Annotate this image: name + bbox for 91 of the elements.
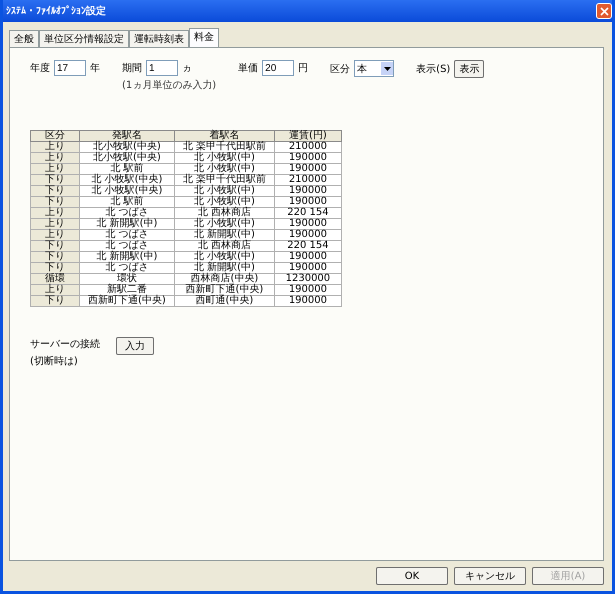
- tab[interactable]: 料金: [189, 28, 219, 47]
- close-icon: [600, 6, 608, 16]
- column-header: 区分: [30, 130, 80, 142]
- table-cell: 北小牧駅(中央): [80, 142, 174, 152]
- show-button[interactable]: 表示: [454, 60, 484, 78]
- table-cell: 190000: [274, 262, 342, 274]
- table-cell: 下り: [30, 196, 80, 208]
- tab[interactable]: 単位区分情報設定: [39, 30, 129, 47]
- tab[interactable]: 運転時刻表: [129, 30, 189, 47]
- field-label: 年度: [30, 62, 50, 75]
- column-header: 運賃(円): [274, 130, 342, 142]
- table-cell: 190000: [274, 152, 342, 164]
- table-cell: 循環: [30, 274, 80, 284]
- table-cell: 北 つばさ: [80, 208, 174, 218]
- table-cell: 西町通(中央): [174, 296, 274, 306]
- table-cell: 北 つばさ: [80, 230, 174, 240]
- table-cell: 西新町下通(中央): [174, 284, 274, 296]
- table-cell: 北 楽甲千代田駅前: [174, 174, 274, 186]
- field-label: 表示(S): [416, 62, 450, 76]
- server-label: サーバーの接続: [30, 338, 100, 351]
- table-cell: 190000: [274, 218, 342, 230]
- server-sublabel: (切断時は): [30, 354, 79, 368]
- table-cell: 北 小牧駅(中): [174, 252, 274, 262]
- table-cell: 北 新開駅(中): [174, 262, 274, 274]
- column-header: 着駅名: [174, 130, 274, 142]
- table-cell: 下り: [30, 174, 80, 186]
- table-cell: 環状: [80, 274, 174, 284]
- table-cell: 北 つばさ: [80, 240, 174, 252]
- table-cell: 190000: [274, 186, 342, 196]
- input-field[interactable]: 17: [54, 60, 86, 76]
- table-cell: 西新町下通(中央): [80, 296, 174, 306]
- table-cell: 190000: [274, 196, 342, 208]
- table-cell: 190000: [274, 252, 342, 262]
- table-cell: 上り: [30, 142, 80, 152]
- table-cell: 下り: [30, 262, 80, 274]
- table-cell: 190000: [274, 230, 342, 240]
- unit-label: 年: [90, 62, 100, 75]
- table-cell: 下り: [30, 252, 80, 262]
- table-cell: 下り: [30, 240, 80, 252]
- table-cell: 北 駅前: [80, 164, 174, 174]
- table-cell: 北 小牧駅(中): [174, 196, 274, 208]
- table-cell: 190000: [274, 284, 342, 296]
- table-cell: 北 新開駅(中): [80, 218, 174, 230]
- table-cell: 上り: [30, 208, 80, 218]
- caret-icon: [384, 66, 391, 70]
- field-label: 区分: [330, 62, 350, 76]
- dialog-button[interactable]: キャンセル: [454, 567, 526, 585]
- table-cell: 210000: [274, 142, 342, 152]
- table-cell: 下り: [30, 186, 80, 196]
- table-cell: 北 小牧駅(中): [174, 164, 274, 174]
- dialog-button[interactable]: OK: [376, 567, 448, 585]
- table-cell: 220 154: [274, 208, 342, 218]
- table-cell: 190000: [274, 164, 342, 174]
- tab[interactable]: 全般: [9, 30, 39, 47]
- unit-label: ヵ: [182, 62, 192, 75]
- table-cell: 下り: [30, 296, 80, 306]
- input-field[interactable]: 20: [262, 60, 294, 76]
- table-cell: 上り: [30, 152, 80, 164]
- table-cell: 北 小牧駅(中央): [80, 174, 174, 186]
- table-cell: 北 新開駅(中): [80, 252, 174, 262]
- table-cell: 210000: [274, 174, 342, 186]
- table-cell: 北 西林商店: [174, 240, 274, 252]
- close-button[interactable]: [596, 3, 612, 19]
- table-cell: 北 駅前: [80, 196, 174, 208]
- field-label: 期間: [122, 62, 142, 75]
- table-cell: 上り: [30, 230, 80, 240]
- table-cell: 上り: [30, 218, 80, 230]
- table-cell: 北 小牧駅(中): [174, 152, 274, 164]
- table-cell: 北小牧駅(中央): [80, 152, 174, 164]
- dropdown[interactable]: 本: [354, 60, 394, 77]
- table-cell: 西林商店(中央): [174, 274, 274, 284]
- input-button[interactable]: 入力: [116, 337, 154, 355]
- unit-label: 円: [298, 62, 308, 75]
- column-header: 発駅名: [80, 130, 174, 142]
- table-cell: 上り: [30, 284, 80, 296]
- table-cell: 北 楽甲千代田駅前: [174, 142, 274, 152]
- table-cell: 上り: [30, 164, 80, 174]
- input-field[interactable]: 1: [146, 60, 178, 76]
- table-cell: 190000: [274, 296, 342, 306]
- field-label: 単価: [238, 62, 258, 75]
- table-cell: 220 154: [274, 240, 342, 252]
- hint-text: (1ヵ月単位のみ入力): [122, 78, 216, 92]
- window-title: ｼｽﾃﾑ・ﾌｧｲﾙｵﾌﾟｼｮﾝ設定: [6, 4, 106, 18]
- table-cell: 北 小牧駅(中): [174, 186, 274, 196]
- table-cell: 北 西林商店: [174, 208, 274, 218]
- table-cell: 北 小牧駅(中央): [80, 186, 174, 196]
- table-cell: 北 新開駅(中): [174, 230, 274, 240]
- table-cell: 北 つばさ: [80, 262, 174, 274]
- table-cell: 北 小牧駅(中): [174, 218, 274, 230]
- table-cell: 新駅二番: [80, 284, 174, 296]
- table-cell: 1230000: [274, 274, 342, 284]
